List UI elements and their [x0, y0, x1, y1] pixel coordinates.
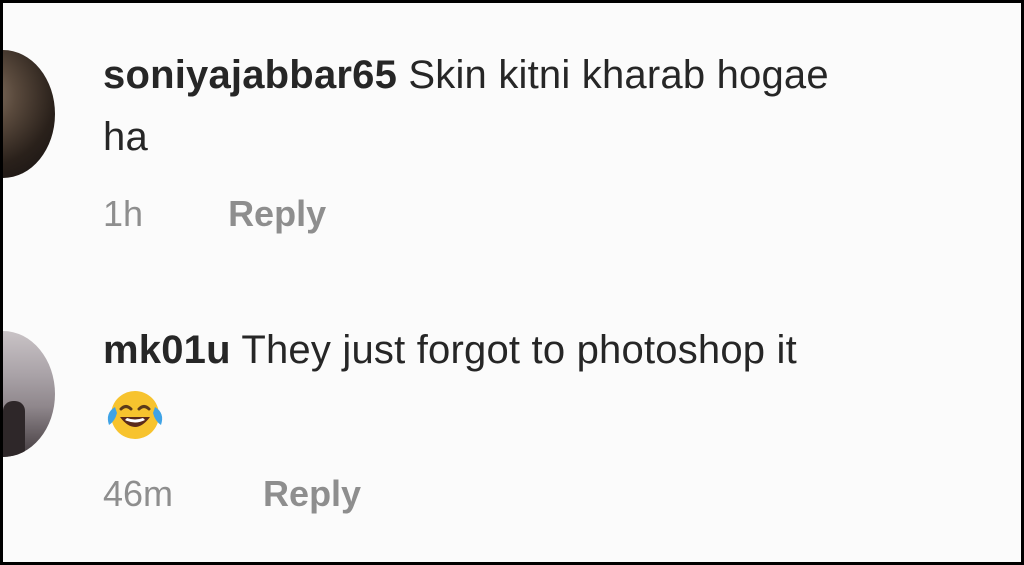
- avatar[interactable]: [3, 50, 55, 178]
- comment-timestamp: 1h: [103, 193, 144, 234]
- comment-text-line: mk01u They just forgot to photoshop it: [103, 326, 1021, 374]
- comment-body: They just forgot to photoshop it: [241, 328, 797, 372]
- comment-username[interactable]: mk01u: [103, 328, 231, 372]
- comment-body: Skin kitni kharab hogae: [408, 53, 829, 97]
- comment-meta: 1h Reply: [103, 193, 326, 235]
- face-with-tears-of-joy-icon: [107, 391, 163, 439]
- reply-button[interactable]: Reply: [228, 193, 326, 235]
- comment-timestamp: 46m: [103, 473, 174, 514]
- comment-item: mk01u They just forgot to photoshop it 4…: [3, 303, 1021, 562]
- comment-meta: 46m Reply: [103, 473, 361, 515]
- avatar-silhouette: [3, 401, 25, 457]
- reply-button[interactable]: Reply: [263, 473, 361, 515]
- avatar[interactable]: [3, 331, 55, 457]
- comment-username[interactable]: soniyajabbar65: [103, 53, 397, 97]
- comment-item: soniyajabbar65 Skin kitni kharab hogae h…: [3, 3, 1021, 273]
- comments-panel: soniyajabbar65 Skin kitni kharab hogae h…: [3, 3, 1021, 562]
- comment-text-line: soniyajabbar65 Skin kitni kharab hogae: [103, 51, 1021, 99]
- comment-body-continued: ha: [103, 115, 148, 159]
